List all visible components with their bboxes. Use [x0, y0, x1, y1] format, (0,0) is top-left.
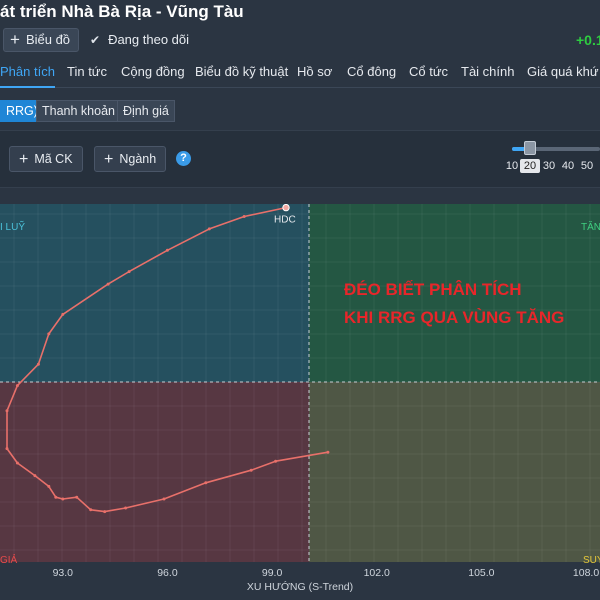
- x-tick-label: 108.0: [573, 567, 599, 579]
- series-point[interactable]: [274, 459, 278, 463]
- series-point[interactable]: [242, 215, 246, 218]
- tab-profile[interactable]: Hồ sơ: [297, 58, 332, 88]
- x-tick-label: 96.0: [157, 567, 178, 579]
- quadrant-lagging: [0, 382, 309, 562]
- check-icon: ✔: [90, 33, 101, 47]
- series-point[interactable]: [127, 270, 131, 274]
- tab-technical-chart[interactable]: Biểu đồ kỹ thuật: [195, 58, 288, 88]
- tab-dividends[interactable]: Cổ tức: [409, 58, 448, 88]
- x-tick-label: 99.0: [262, 567, 283, 579]
- tab-news[interactable]: Tin tức: [67, 58, 107, 88]
- tab-price-history[interactable]: Giá quá khứ: [527, 58, 599, 88]
- add-chart-label: Biểu đồ: [25, 32, 71, 47]
- price-change: +0.1: [576, 32, 600, 48]
- plus-icon: +: [19, 151, 29, 168]
- quadrant-label-leading: TĂNG: [581, 220, 600, 233]
- period-tick[interactable]: 40: [558, 159, 578, 173]
- quadrant-label-lagging: GIẢ: [0, 553, 18, 566]
- period-tick[interactable]: 50: [577, 159, 597, 173]
- action-bar: + Biểu đồ ✔ Đang theo dõi +0.1: [0, 28, 600, 52]
- period-slider-handle[interactable]: [524, 141, 536, 155]
- main-tabs: Phân tích Tin tức Cộng đồng Biểu đồ kỹ t…: [0, 58, 600, 88]
- rrg-chart-svg: I LUỸ TĂNG GIẢ SUY HDC 93.0 96.0 99.0 102.0…: [0, 204, 600, 593]
- annotation-text: ĐÉO BIẾT PHÂN TÍCH KHI RRG QUA VÙNG TĂNG: [344, 276, 564, 332]
- series-point[interactable]: [15, 384, 19, 388]
- add-ticker-label: Mã CK: [34, 152, 73, 166]
- series-point[interactable]: [207, 227, 211, 231]
- series-point[interactable]: [162, 497, 166, 501]
- x-tick-label: 93.0: [53, 567, 74, 579]
- follow-label: Đang theo dõi: [108, 32, 190, 47]
- series-point[interactable]: [36, 362, 40, 366]
- series-point[interactable]: [61, 497, 65, 501]
- annotation-line-1: ĐÉO BIẾT PHÂN TÍCH: [344, 280, 522, 299]
- series-point[interactable]: [249, 468, 253, 472]
- subtab-valuation[interactable]: Định giá: [117, 100, 175, 122]
- x-axis-ticks: 93.0 96.0 99.0 102.0 105.0 108.0: [53, 567, 600, 579]
- series-point[interactable]: [54, 495, 58, 499]
- app-window: át triển Nhà Bà Rịa - Vũng Tàu + Biểu đồ …: [0, 0, 600, 600]
- plus-icon: +: [104, 151, 114, 168]
- follow-toggle[interactable]: ✔ Đang theo dõi: [90, 28, 189, 52]
- page-title: át triển Nhà Bà Rịa - Vũng Tàu: [0, 2, 244, 21]
- x-tick-label: 102.0: [364, 567, 390, 579]
- series-point[interactable]: [326, 450, 330, 454]
- series-head-point[interactable]: [282, 204, 290, 212]
- quadrant-label-weakening: SUY: [583, 555, 600, 566]
- tab-financials[interactable]: Tài chính: [461, 58, 514, 88]
- series-point[interactable]: [5, 447, 9, 451]
- series-point[interactable]: [47, 332, 51, 336]
- quadrant-weakening: [309, 382, 600, 562]
- series-point[interactable]: [89, 508, 93, 512]
- x-axis-label: XU HƯỚNG (S-Trend): [247, 580, 353, 593]
- series-point[interactable]: [165, 248, 169, 252]
- period-tick[interactable]: 30: [539, 159, 559, 173]
- rrg-chart: I LUỸ TĂNG GIẢ SUY HDC 93.0 96.0 99.0 102.0…: [0, 204, 600, 600]
- subtab-liquidity[interactable]: Thanh khoản: [36, 100, 121, 122]
- quadrant-improving: [0, 204, 309, 382]
- add-sector-button[interactable]: + Ngành: [94, 146, 167, 172]
- add-chart-button[interactable]: + Biểu đồ: [3, 28, 80, 52]
- series-point[interactable]: [5, 409, 9, 413]
- series-point[interactable]: [75, 495, 79, 499]
- tab-analysis[interactable]: Phân tích: [0, 58, 55, 88]
- add-sector-label: Ngành: [119, 152, 157, 166]
- period-tick[interactable]: 10: [502, 159, 522, 173]
- tab-shareholders[interactable]: Cổ đông: [347, 58, 396, 88]
- series-point[interactable]: [47, 484, 51, 488]
- series-point[interactable]: [61, 312, 65, 316]
- series-point[interactable]: [103, 510, 107, 514]
- series-point[interactable]: [106, 282, 110, 286]
- plus-icon: +: [10, 30, 20, 49]
- series-point[interactable]: [33, 474, 37, 478]
- tab-community[interactable]: Cộng đồng: [121, 58, 185, 88]
- quadrant-label-improving: I LUỸ: [0, 220, 25, 233]
- series-point[interactable]: [124, 506, 128, 510]
- help-icon[interactable]: ?: [176, 151, 191, 166]
- rrg-toolbar: + Mã CK + Ngành ? 10 20 30 40 50: [0, 130, 600, 188]
- period-tick-selected[interactable]: 20: [520, 159, 540, 173]
- series-point[interactable]: [204, 481, 208, 485]
- x-tick-label: 105.0: [468, 567, 494, 579]
- add-ticker-button[interactable]: + Mã CK: [9, 146, 83, 172]
- series-point[interactable]: [15, 461, 19, 465]
- annotation-line-2: KHI RRG QUA VÙNG TĂNG: [344, 308, 565, 327]
- series-label: HDC: [274, 215, 296, 226]
